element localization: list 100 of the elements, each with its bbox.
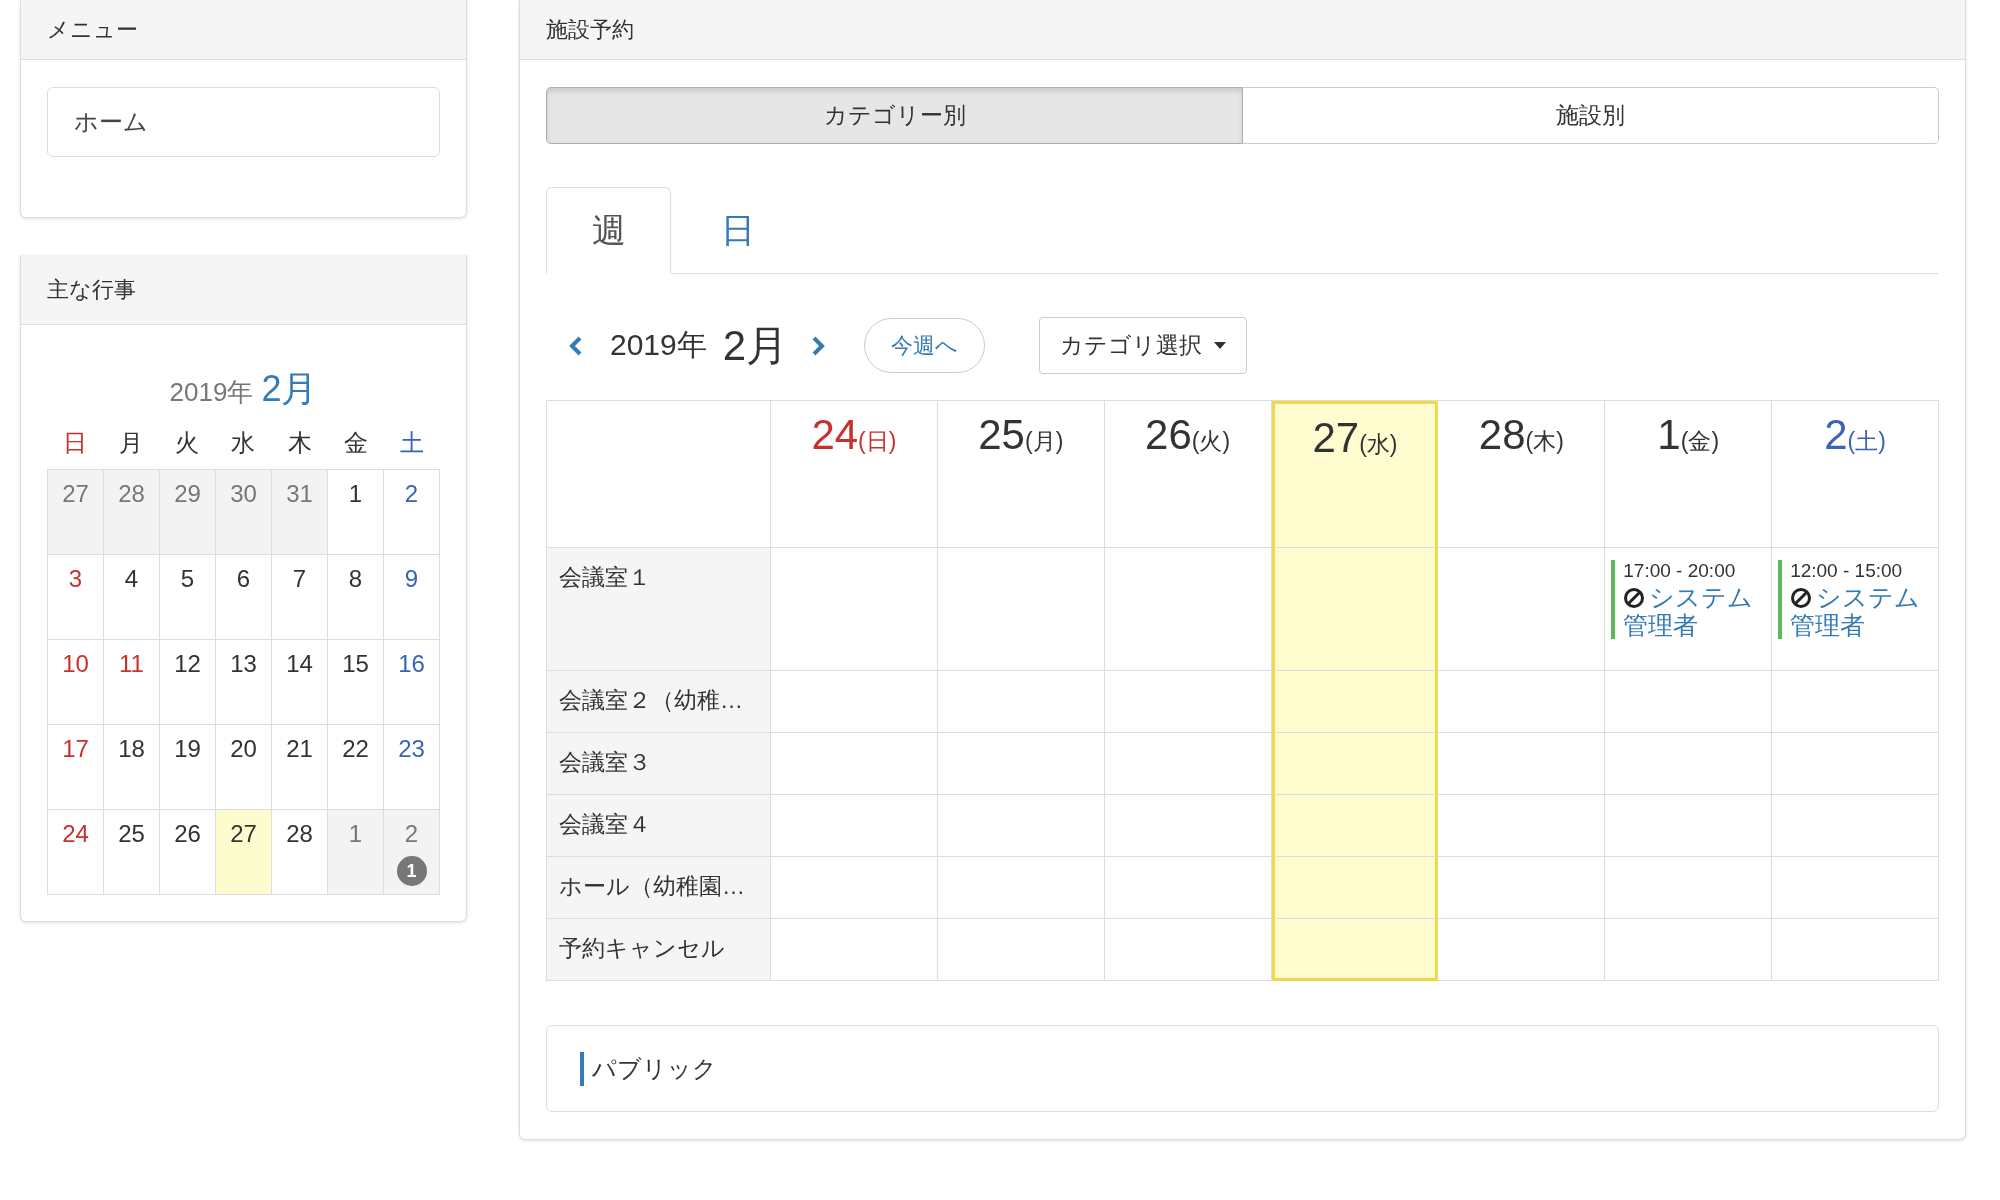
day-number: 26	[174, 820, 201, 848]
calendar-cell[interactable]: 29	[160, 470, 216, 555]
calendar-cell[interactable]: 22	[328, 725, 384, 810]
day-number: 16	[398, 650, 425, 678]
day-number: 15	[342, 650, 369, 678]
calendar-cell[interactable]: 31	[272, 470, 328, 555]
this-week-button[interactable]: 今週へ	[864, 318, 986, 373]
calendar-cell[interactable]: 24	[48, 810, 104, 895]
weekday-label: (木)	[1525, 427, 1564, 456]
weekday-label: 水	[230, 428, 257, 458]
calendar-cell[interactable]: 16	[384, 640, 440, 725]
date-number: 24	[811, 411, 859, 459]
calendar-cell[interactable]: 4	[104, 555, 160, 640]
facility-name: 予約キャンセル	[547, 919, 771, 981]
view-toggle-button[interactable]: カテゴリー別	[546, 87, 1243, 144]
calendar-cell[interactable]: 21	[272, 725, 328, 810]
calendar-cell[interactable]: 12	[160, 640, 216, 725]
next-week-icon[interactable]	[810, 334, 827, 357]
calendar-cell[interactable]: 25	[104, 810, 160, 895]
date-number: 25	[978, 411, 1025, 459]
calendar-cell[interactable]: 23	[384, 725, 440, 810]
calendar-cell[interactable]: 2 1	[384, 810, 440, 895]
weekday-label: (金)	[1680, 427, 1720, 456]
day-number: 10	[62, 650, 89, 678]
calendar-cell[interactable]: 1	[328, 810, 384, 895]
calendar-cell[interactable]: 8	[328, 555, 384, 640]
day-number: 11	[119, 650, 144, 678]
weekday-label: 火	[174, 428, 201, 458]
day-number: 2	[404, 480, 419, 508]
day-number: 20	[230, 735, 257, 763]
menu-item[interactable]: ホーム	[47, 87, 440, 157]
weekday-label: (日)	[858, 427, 897, 456]
day-number: 1	[348, 820, 363, 848]
calendar-cell[interactable]: 27	[48, 470, 104, 555]
calendar-cell[interactable]: 1	[328, 470, 384, 555]
booking-entry[interactable]: 12:00 - 15:00 システム管理者	[1778, 560, 1932, 639]
view-tab[interactable]: 日	[675, 187, 800, 274]
day-number: 23	[398, 735, 425, 763]
date-number: 1	[1657, 411, 1681, 459]
view-toggle-button[interactable]: 施設別	[1243, 87, 1939, 144]
calendar-cell[interactable]: 27	[216, 810, 272, 895]
calendar-cell[interactable]: 19	[160, 725, 216, 810]
day-number: 28	[286, 820, 313, 848]
day-number: 17	[62, 735, 89, 763]
day-number: 7	[292, 565, 307, 593]
calendar-year: 2019年	[169, 376, 254, 409]
facility-name: 会議室１	[547, 548, 771, 671]
facility-name: ホール（幼稚園…	[547, 857, 771, 919]
calendar-cell[interactable]: 28	[104, 470, 160, 555]
day-number: 27	[230, 820, 257, 848]
calendar-cell[interactable]: 28	[272, 810, 328, 895]
weekday-label: 木	[286, 428, 313, 458]
public-label: パブリック	[580, 1051, 717, 1086]
day-number: 31	[286, 480, 313, 508]
weekday-label: (土)	[1847, 427, 1886, 456]
day-number: 5	[180, 565, 195, 593]
booking-user-link[interactable]: システム管理者	[1623, 584, 1766, 639]
calendar-cell[interactable]: 30	[216, 470, 272, 555]
calendar-cell[interactable]: 6	[216, 555, 272, 640]
day-number: 29	[174, 480, 201, 508]
day-number: 19	[174, 735, 201, 763]
nav-year: 2019年	[610, 327, 707, 363]
day-number: 8	[348, 565, 363, 593]
view-tab[interactable]: 週	[546, 187, 671, 274]
calendar-cell[interactable]: 26	[160, 810, 216, 895]
booking-entry[interactable]: 17:00 - 20:00 システム管理者	[1611, 560, 1766, 639]
panel-title: 施設予約	[546, 15, 634, 44]
calendar-cell[interactable]: 2	[384, 470, 440, 555]
caret-icon	[1214, 342, 1227, 349]
calendar-cell[interactable]: 13	[216, 640, 272, 725]
date-number: 27	[1312, 414, 1360, 462]
category-dropdown[interactable]: カテゴリ選択	[1039, 317, 1248, 374]
calendar-cell[interactable]: 10	[48, 640, 104, 725]
calendar-cell[interactable]: 15	[328, 640, 384, 725]
calendar-cell[interactable]: 5	[160, 555, 216, 640]
panel-title: 主な行事	[47, 275, 136, 304]
event-count-badge: 1	[396, 856, 427, 886]
calendar-cell[interactable]: 9	[384, 555, 440, 640]
booking-user-link[interactable]: システム管理者	[1790, 584, 1932, 639]
calendar-cell[interactable]: 7	[272, 555, 328, 640]
day-number: 1	[348, 480, 363, 508]
calendar-cell[interactable]: 3	[48, 555, 104, 640]
previous-week-icon[interactable]	[568, 334, 584, 357]
day-number: 30	[230, 480, 257, 508]
calendar-cell[interactable]: 14	[272, 640, 328, 725]
day-number: 3	[68, 565, 83, 593]
calendar-cell[interactable]: 18	[104, 725, 160, 810]
date-number: 26	[1145, 411, 1192, 459]
nav-month: 2月	[722, 320, 789, 371]
weekday-label: 月	[118, 428, 145, 458]
calendar-month: 2月	[261, 367, 318, 411]
date-number: 28	[1478, 411, 1526, 459]
day-number: 12	[174, 650, 201, 678]
calendar-cell[interactable]: 11	[104, 640, 160, 725]
day-number: 22	[342, 735, 369, 763]
calendar-cell[interactable]: 20	[216, 725, 272, 810]
ban-icon	[1790, 587, 1813, 609]
calendar-cell[interactable]: 17	[48, 725, 104, 810]
date-number: 2	[1824, 411, 1848, 459]
day-number: 25	[118, 820, 145, 848]
